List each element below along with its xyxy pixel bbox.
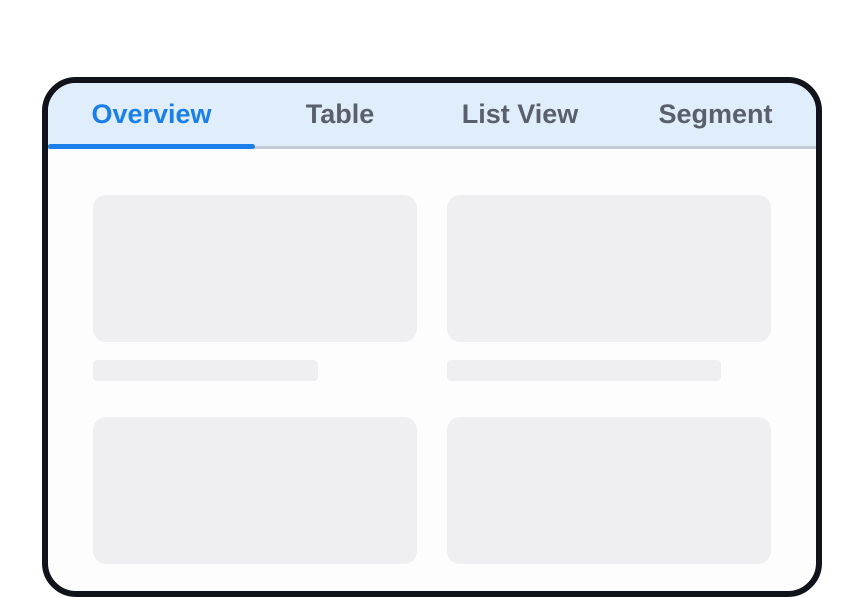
skeleton-card bbox=[93, 417, 417, 564]
tab-bar: Overview Table List View Segment bbox=[48, 83, 816, 149]
tab-overview[interactable]: Overview bbox=[48, 83, 255, 149]
tab-segment[interactable]: Segment bbox=[615, 83, 816, 146]
skeleton-card bbox=[93, 195, 417, 342]
device-frame: Overview Table List View Segment bbox=[42, 77, 822, 597]
skeleton-card bbox=[447, 417, 771, 564]
skeleton-card bbox=[447, 195, 771, 342]
tab-list-view[interactable]: List View bbox=[425, 83, 615, 146]
tab-table[interactable]: Table bbox=[255, 83, 425, 146]
skeleton-text-line bbox=[447, 360, 721, 381]
overview-content bbox=[48, 149, 816, 591]
skeleton-text-line bbox=[93, 360, 318, 381]
